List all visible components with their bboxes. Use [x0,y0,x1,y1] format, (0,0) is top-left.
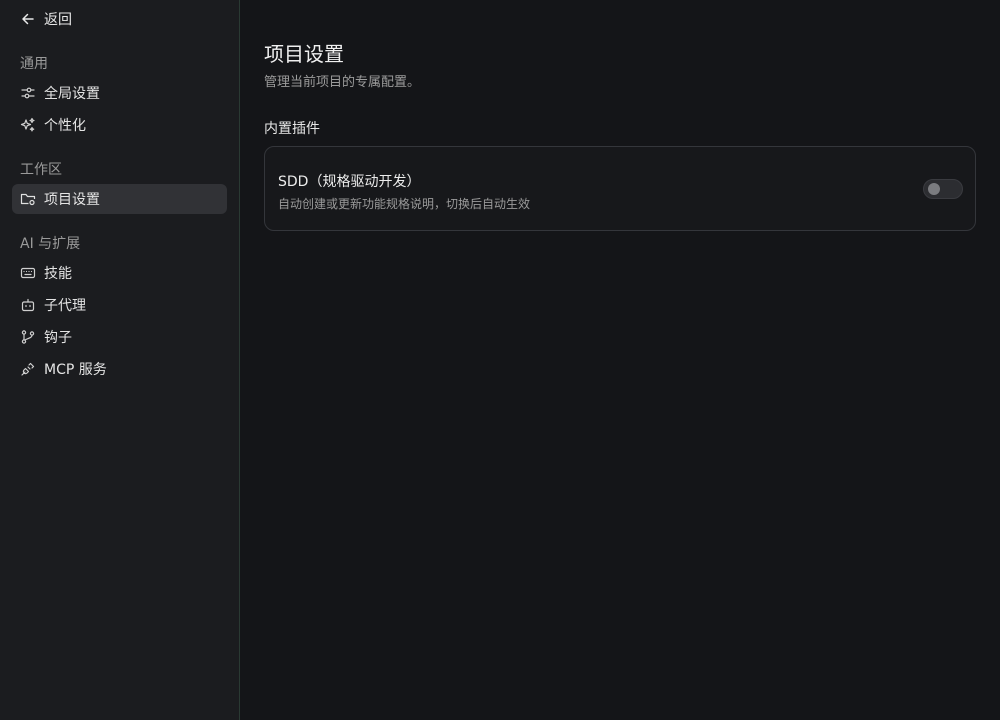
sidebar-item-mcp-services[interactable]: MCP 服务 [12,354,227,384]
section-label-general: 通用 [20,56,48,72]
sidebar-item-label: MCP 服务 [44,362,107,378]
page-subtitle: 管理当前项目的专属配置。 [264,75,421,90]
folder-settings-icon [20,191,36,207]
section-label-ai-extensions: AI 与扩展 [20,236,81,252]
sidebar-item-label: 个性化 [44,118,86,134]
sliders-icon [20,85,36,101]
plugin-card-sdd: SDD（规格驱动开发） 自动创建或更新功能规格说明，切换后自动生效 [264,146,976,231]
sparkles-icon [20,117,36,133]
keyboard-icon [20,265,36,281]
bot-icon [20,297,36,313]
sidebar-item-label: 全局设置 [44,86,100,102]
toggle-knob [928,183,940,195]
main-content: 项目设置 管理当前项目的专属配置。 内置插件 SDD（规格驱动开发） 自动创建或… [240,0,1000,720]
plugin-description: 自动创建或更新功能规格说明，切换后自动生效 [278,197,531,211]
back-label: 返回 [44,12,72,28]
sidebar: 返回 通用 全局设置 个性化 工作区 项目设置 AI 与扩展 技能 子代理 钩子… [0,0,240,720]
page-title: 项目设置 [264,42,344,66]
sidebar-item-personalization[interactable]: 个性化 [12,110,227,140]
sidebar-item-project-settings[interactable]: 项目设置 [12,184,227,214]
sidebar-item-label: 子代理 [44,298,86,314]
back-button[interactable]: 返回 [20,8,72,30]
git-branch-icon [20,329,36,345]
sidebar-item-sub-agents[interactable]: 子代理 [12,290,227,320]
sidebar-item-hooks[interactable]: 钩子 [12,322,227,352]
plug-icon [20,361,36,377]
sidebar-item-global-settings[interactable]: 全局设置 [12,78,227,108]
settings-window: 返回 通用 全局设置 个性化 工作区 项目设置 AI 与扩展 技能 子代理 钩子… [0,0,1000,720]
sidebar-item-label: 钩子 [44,330,72,346]
plugin-name: SDD（规格驱动开发） [278,174,421,190]
sidebar-item-label: 项目设置 [44,192,100,208]
arrow-left-icon [20,11,36,27]
section-label-workspace: 工作区 [20,162,62,178]
sdd-toggle[interactable] [923,179,963,199]
sidebar-item-label: 技能 [44,266,72,282]
sidebar-item-skills[interactable]: 技能 [12,258,227,288]
builtin-plugins-heading: 内置插件 [264,121,320,137]
